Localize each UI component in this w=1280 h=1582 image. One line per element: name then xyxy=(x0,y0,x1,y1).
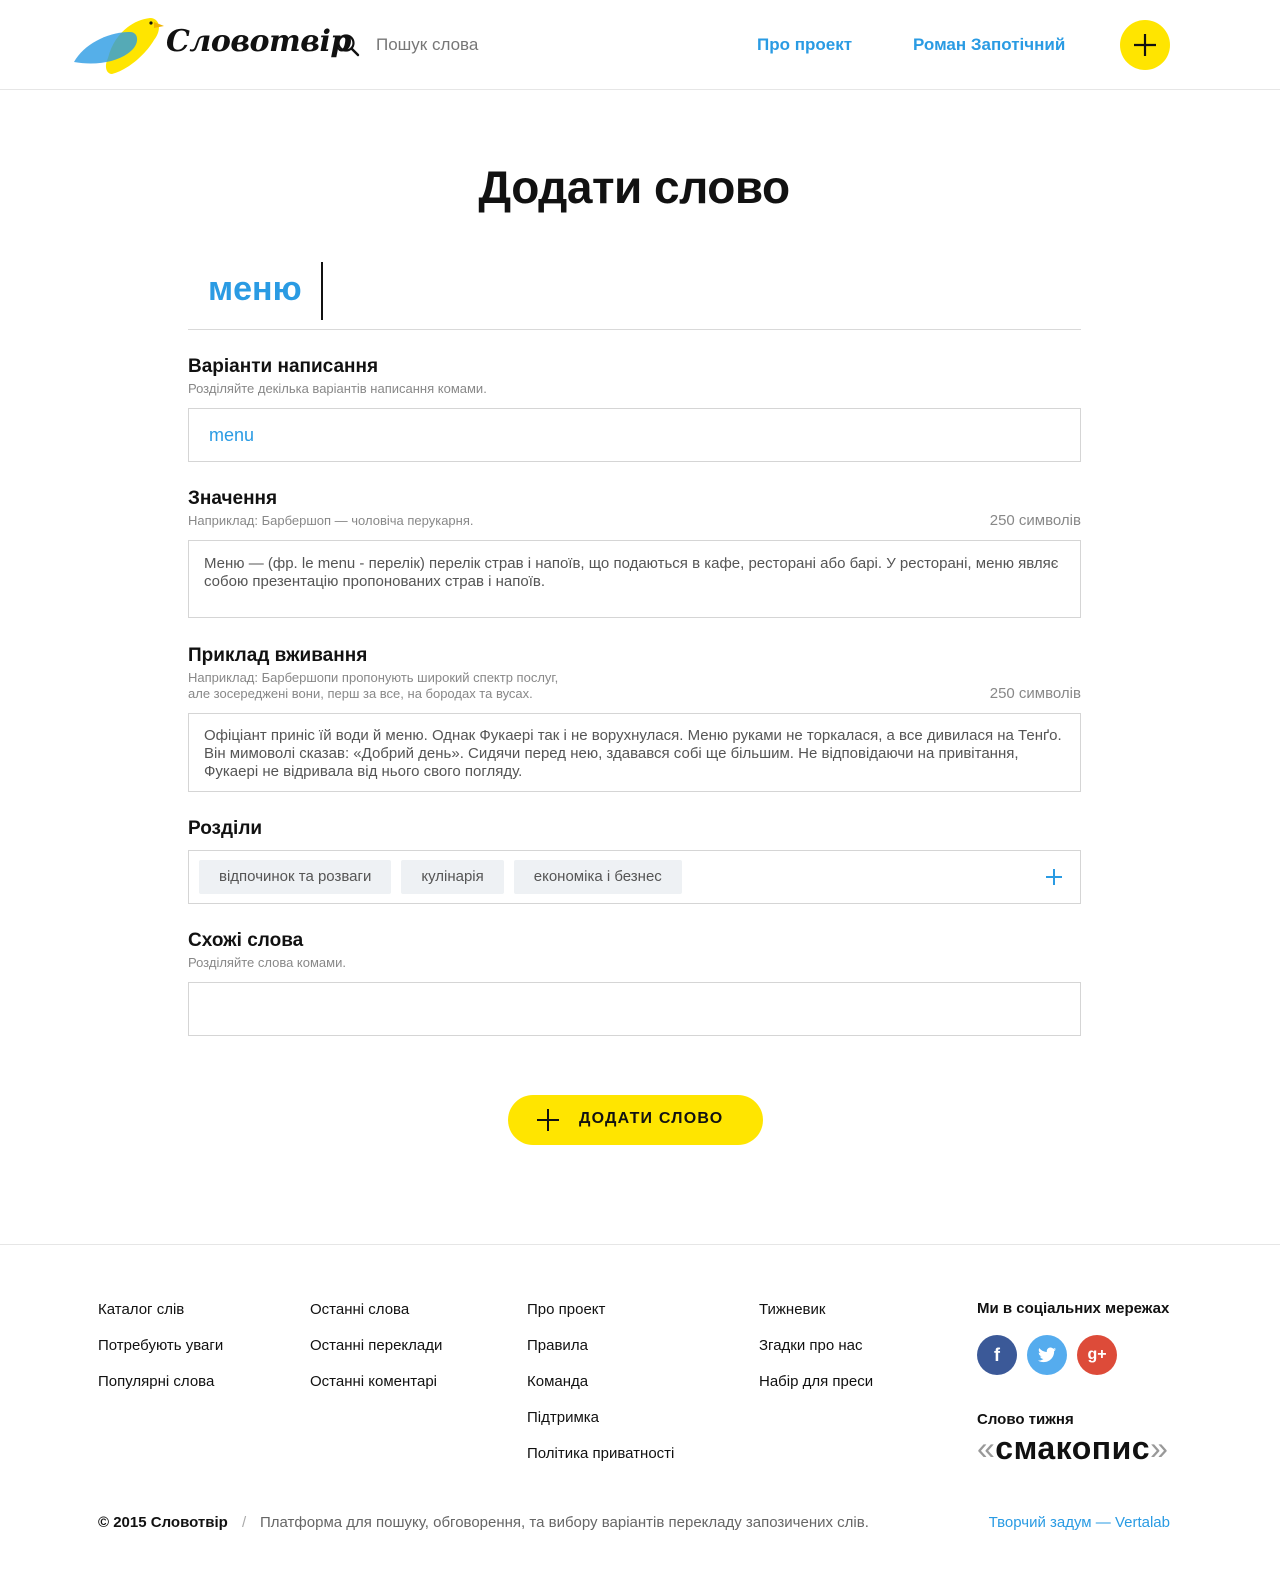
social-title: Ми в соціальних мережах xyxy=(977,1300,1170,1317)
copyright: © 2015 Словотвір xyxy=(98,1514,228,1531)
twitter-icon[interactable] xyxy=(1027,1335,1067,1375)
similar-field-box xyxy=(188,982,1081,1036)
meaning-char-count: 250 символів xyxy=(989,512,1081,529)
word-of-week-title: Слово тижня xyxy=(977,1411,1074,1428)
footer-column-recent: Останні слова Останні переклади Останні … xyxy=(310,1300,442,1408)
footer-divider xyxy=(0,1244,1280,1245)
footer-link-support[interactable]: Підтримка xyxy=(527,1408,674,1444)
usage-hint-line2: але зосереджені вони, перш за все, на бо… xyxy=(188,686,533,701)
tag-cooking[interactable]: кулінарія xyxy=(401,860,504,894)
footer-link-recent-words[interactable]: Останні слова xyxy=(310,1300,442,1336)
usage-char-count: 250 символів xyxy=(989,685,1081,702)
add-word-button[interactable] xyxy=(1120,20,1170,70)
footer-link-catalog[interactable]: Каталог слів xyxy=(98,1300,223,1336)
usage-text[interactable]: Офіціант приніс їй води й меню. Однак Фу… xyxy=(189,714,1080,795)
plus-icon xyxy=(1134,34,1156,56)
plus-icon xyxy=(537,1109,559,1131)
footer-link-weekly[interactable]: Тижневик xyxy=(759,1300,873,1336)
footer-column-about: Про проект Правила Команда Підтримка Пол… xyxy=(527,1300,674,1480)
footer-link-popular[interactable]: Популярні слова xyxy=(98,1372,223,1408)
footer-link-about[interactable]: Про проект xyxy=(527,1300,674,1336)
usage-field[interactable]: Офіціант приніс їй води й меню. Однак Фу… xyxy=(188,713,1081,792)
footer-link-privacy[interactable]: Політика приватності xyxy=(527,1444,674,1480)
spelling-field-box xyxy=(188,408,1081,462)
word-value[interactable]: меню xyxy=(208,270,302,309)
tag-list: відпочинок та розваги кулінарія економік… xyxy=(189,851,1080,903)
footer-link-press-kit[interactable]: Набір для преси xyxy=(759,1372,873,1408)
sections-label: Розділи xyxy=(188,818,263,839)
footer-separator: / xyxy=(242,1514,247,1531)
word-of-week-value[interactable]: смакопис xyxy=(995,1430,1150,1466)
similar-hint: Розділяйте слова комами. xyxy=(188,955,346,970)
logo-text[interactable]: Словотвір xyxy=(166,24,351,59)
sections-field[interactable]: відпочинок та розваги кулінарія економік… xyxy=(188,850,1081,904)
text-cursor xyxy=(321,262,323,320)
spelling-hint: Розділяйте декілька варіантів написання … xyxy=(188,381,487,396)
bird-logo-icon[interactable] xyxy=(74,14,164,76)
google-plus-icon[interactable]: g+ xyxy=(1077,1335,1117,1375)
similar-label: Схожі слова xyxy=(188,930,304,951)
word-of-week[interactable]: «смакопис» xyxy=(977,1430,1168,1467)
footer-link-need-attention[interactable]: Потребують уваги xyxy=(98,1336,223,1372)
meaning-hint: Наприклад: Барбершоп — чоловіча перукарн… xyxy=(188,513,474,528)
footer-column-catalog: Каталог слів Потребують уваги Популярні … xyxy=(98,1300,223,1408)
meaning-label: Значення xyxy=(188,488,278,509)
footer-tagline: Платформа для пошуку, обговорення, та ви… xyxy=(260,1514,869,1531)
footer-link-team[interactable]: Команда xyxy=(527,1372,674,1408)
add-section-icon[interactable] xyxy=(1044,867,1064,887)
footer-link-rules[interactable]: Правила xyxy=(527,1336,674,1372)
footer-column-press: Тижневик Згадки про нас Набір для преси xyxy=(759,1300,873,1408)
site-header: Словотвір Про проект Роман Запотічний xyxy=(0,0,1280,90)
footer-link-recent-translations[interactable]: Останні переклади xyxy=(310,1336,442,1372)
facebook-icon[interactable]: f xyxy=(977,1335,1017,1375)
usage-label: Приклад вживання xyxy=(188,645,368,666)
footer-link-recent-comments[interactable]: Останні коментарі xyxy=(310,1372,442,1408)
submit-label: ДОДАТИ СЛОВО xyxy=(579,1110,724,1127)
tag-economics[interactable]: економіка і безнес xyxy=(513,860,682,894)
search-icon[interactable] xyxy=(336,33,360,57)
page-title: Додати слово xyxy=(478,161,790,213)
search-input[interactable] xyxy=(376,30,696,60)
meaning-text[interactable]: Меню — (фр. le menu - перелік) перелік с… xyxy=(189,541,1080,605)
usage-hint-line1: Наприклад: Барбершопи пропонують широкий… xyxy=(188,670,559,685)
credit-link[interactable]: Творчий задум — Vertalab xyxy=(989,1514,1170,1531)
word-input[interactable]: меню xyxy=(188,258,1081,330)
spelling-label: Варіанти написання xyxy=(188,356,379,377)
spelling-field[interactable] xyxy=(189,409,1080,461)
similar-field[interactable] xyxy=(189,983,1080,1035)
nav-user-link[interactable]: Роман Запотічний xyxy=(913,35,1065,55)
meaning-field[interactable]: Меню — (фр. le menu - перелік) перелік с… xyxy=(188,540,1081,618)
tag-leisure[interactable]: відпочинок та розваги xyxy=(199,860,392,894)
footer-link-mentions[interactable]: Згадки про нас xyxy=(759,1336,873,1372)
nav-about-link[interactable]: Про проект xyxy=(757,35,852,55)
submit-add-word-button[interactable]: ДОДАТИ СЛОВО xyxy=(508,1095,763,1145)
